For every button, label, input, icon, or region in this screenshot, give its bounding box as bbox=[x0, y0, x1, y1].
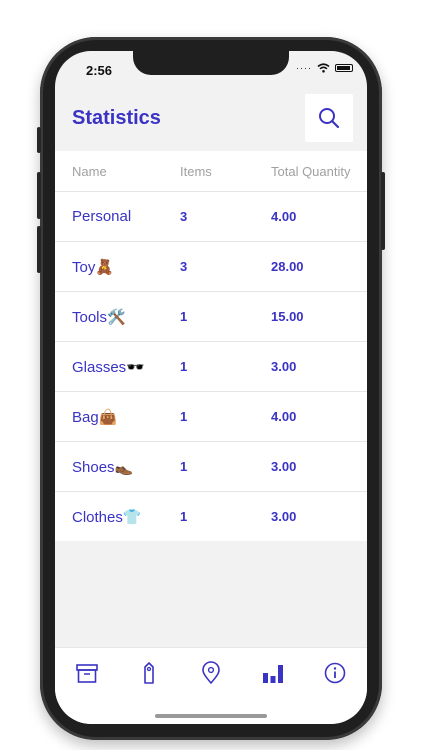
row-total-quantity: 28.00 bbox=[271, 259, 304, 274]
row-items: 1 bbox=[180, 459, 188, 474]
signal-icon: ···· bbox=[296, 63, 312, 73]
table-header: Name Items Total Quantity bbox=[55, 151, 367, 192]
row-name: Tools🛠️ bbox=[72, 308, 126, 326]
row-name: Toy🧸 bbox=[72, 258, 115, 276]
row-items: 1 bbox=[180, 409, 188, 424]
page-title: Statistics bbox=[72, 107, 161, 129]
row-total-quantity: 4.00 bbox=[271, 409, 297, 424]
table-row[interactable]: Personal 3 4.00 bbox=[55, 192, 367, 242]
screen: 2:56 ···· Statistics Name Items Total Qu… bbox=[55, 51, 367, 724]
row-items: 1 bbox=[180, 509, 188, 524]
archive-box-icon bbox=[76, 664, 98, 683]
row-total-quantity: 4.00 bbox=[271, 209, 297, 224]
power-button bbox=[381, 172, 385, 250]
table-row[interactable]: Bag👜 1 4.00 bbox=[55, 392, 367, 442]
tab-tags[interactable] bbox=[134, 660, 164, 686]
mute-switch bbox=[37, 127, 41, 153]
row-name: Glasses🕶️ bbox=[72, 358, 145, 376]
notch bbox=[133, 51, 289, 75]
bar-chart-icon bbox=[263, 665, 283, 683]
home-indicator bbox=[155, 714, 267, 718]
row-total-quantity: 3.00 bbox=[271, 459, 297, 474]
row-total-quantity: 3.00 bbox=[271, 509, 297, 524]
tab-bar bbox=[55, 647, 367, 724]
tab-locations[interactable] bbox=[196, 660, 226, 686]
row-items: 3 bbox=[180, 259, 188, 274]
search-icon bbox=[319, 108, 340, 129]
tab-statistics[interactable] bbox=[258, 660, 288, 686]
wifi-icon bbox=[317, 63, 330, 73]
table-row[interactable]: Clothes👕 1 3.00 bbox=[55, 492, 367, 541]
status-time: 2:56 bbox=[86, 63, 113, 78]
row-name: Bag👜 bbox=[72, 408, 118, 426]
row-name: Shoes👞 bbox=[72, 458, 134, 476]
location-pin-icon bbox=[202, 661, 220, 684]
battery-icon bbox=[335, 64, 353, 72]
search-button[interactable] bbox=[305, 94, 353, 142]
statistics-table: Name Items Total Quantity Personal 3 4.0… bbox=[55, 151, 367, 541]
tab-info[interactable] bbox=[320, 660, 350, 686]
volume-up-button bbox=[37, 172, 41, 219]
row-items: 1 bbox=[180, 309, 188, 324]
table-row[interactable]: Shoes👞 1 3.00 bbox=[55, 442, 367, 492]
column-header-name: Name bbox=[72, 163, 107, 179]
volume-down-button bbox=[37, 226, 41, 273]
table-row[interactable]: Glasses🕶️ 1 3.00 bbox=[55, 342, 367, 392]
column-header-items: Items bbox=[180, 163, 212, 179]
tab-archive[interactable] bbox=[72, 660, 102, 686]
info-icon bbox=[324, 662, 346, 684]
row-total-quantity: 15.00 bbox=[271, 309, 304, 324]
row-name: Personal bbox=[72, 208, 132, 225]
table-row[interactable]: Tools🛠️ 1 15.00 bbox=[55, 292, 367, 342]
tag-icon bbox=[144, 662, 154, 684]
column-header-total-quantity: Total Quantity bbox=[271, 163, 351, 179]
row-name: Clothes👕 bbox=[72, 508, 142, 526]
table-row[interactable]: Toy🧸 3 28.00 bbox=[55, 242, 367, 292]
row-total-quantity: 3.00 bbox=[271, 359, 297, 374]
row-items: 1 bbox=[180, 359, 188, 374]
status-indicators: ···· bbox=[296, 63, 353, 73]
row-items: 3 bbox=[180, 209, 188, 224]
